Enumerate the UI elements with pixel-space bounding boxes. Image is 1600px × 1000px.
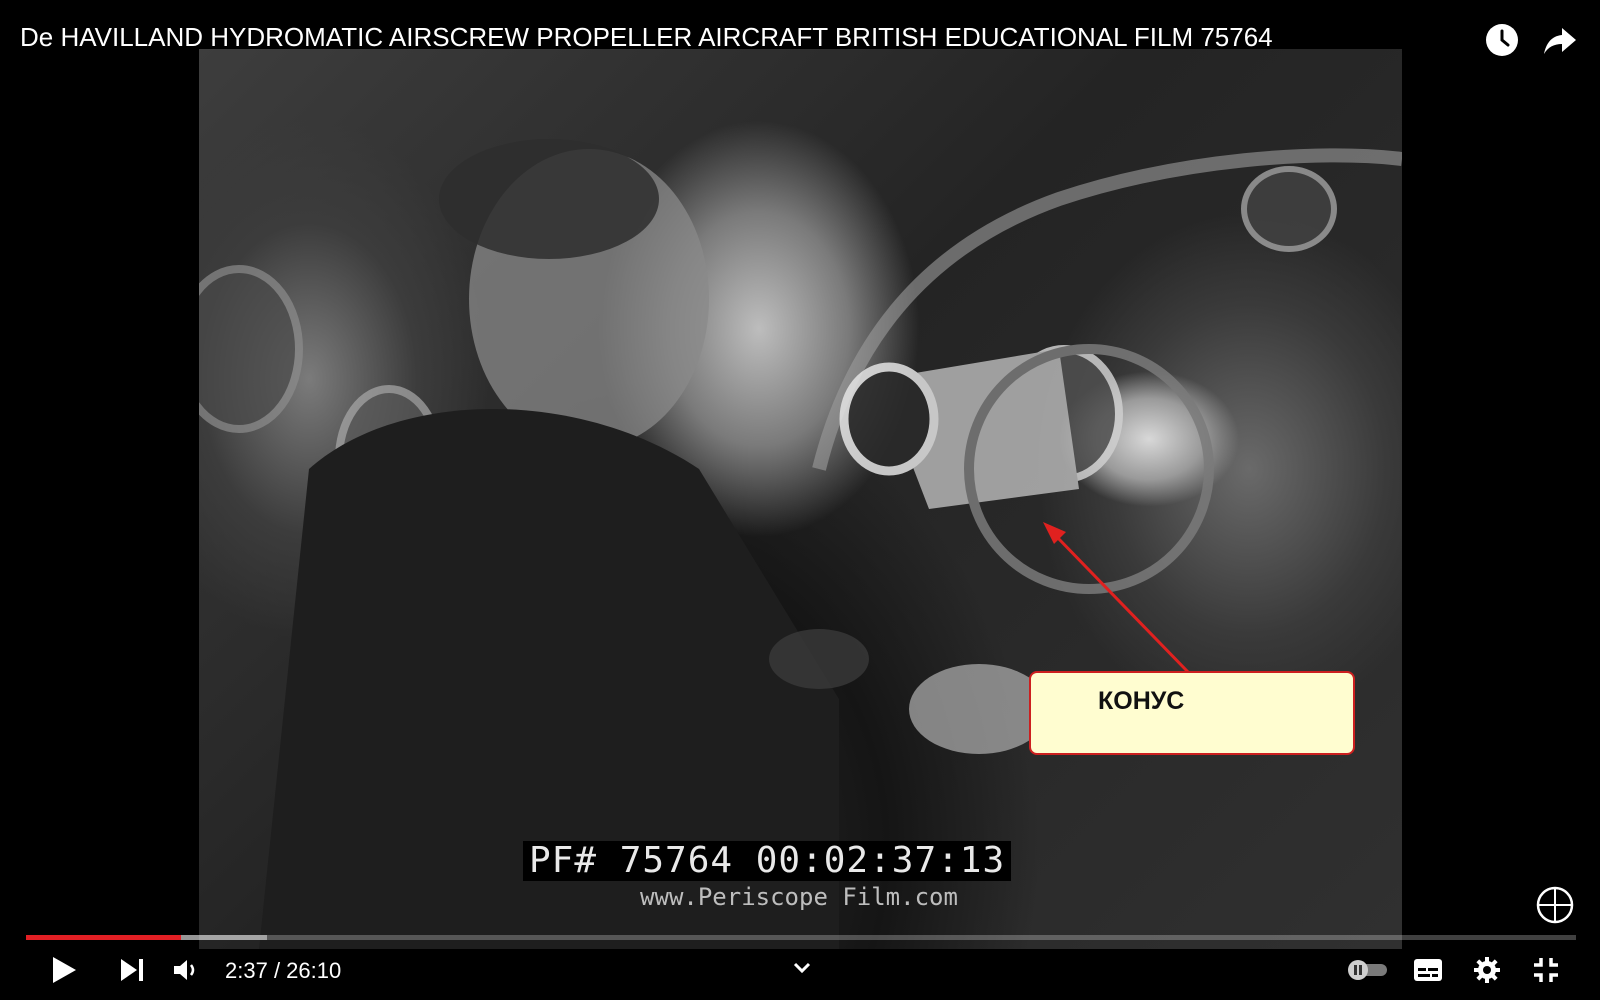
play-button[interactable] [44, 952, 84, 988]
subtitles-icon [1414, 959, 1442, 981]
timecode-overlay: PF# 75764 00:02:37:13 [523, 841, 1012, 881]
volume-button[interactable] [165, 952, 205, 988]
share-icon[interactable] [1540, 20, 1580, 60]
next-button[interactable] [112, 952, 152, 988]
play-icon [53, 957, 76, 983]
volume-icon [174, 960, 195, 980]
watermark: www.Periscope Film.com [640, 883, 958, 911]
autoplay-toggle[interactable] [1343, 952, 1393, 988]
time-separator: / [267, 958, 287, 983]
watch-later-icon[interactable] [1482, 20, 1522, 60]
subtitles-button[interactable] [1408, 952, 1448, 988]
exit-fullscreen-button[interactable] [1526, 952, 1566, 988]
settings-button[interactable] [1467, 952, 1507, 988]
video-frame[interactable]: PF# 75764 00:02:37:13 www.Periscope Film… [199, 49, 1402, 949]
branding-watermark-icon[interactable] [1535, 885, 1575, 925]
annotation-label: КОНУС [1098, 687, 1185, 715]
current-time: 2:37 [225, 958, 268, 983]
exit-fullscreen-icon [1534, 958, 1558, 982]
duration: 26:10 [286, 958, 342, 983]
settings-icon [1474, 957, 1500, 983]
expand-button[interactable] [782, 955, 822, 981]
played-bar [26, 935, 182, 940]
next-icon [121, 959, 143, 981]
chevron-down-icon [793, 962, 811, 974]
time-display: 2:37 / 26:10 [225, 958, 341, 984]
progress-bar[interactable] [26, 935, 1576, 940]
annotation-callout[interactable]: КОНУС [1029, 671, 1355, 755]
